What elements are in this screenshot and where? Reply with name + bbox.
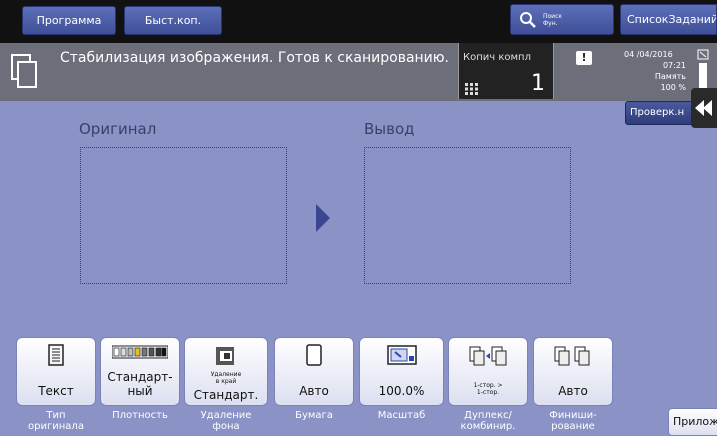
caption-line: рование <box>551 421 595 432</box>
paper-value: Авто <box>299 384 329 398</box>
original-type-value: Текст <box>38 384 74 398</box>
finishing-icon <box>554 346 590 366</box>
duplex-line1: 1-стор. > <box>473 382 503 389</box>
duplex-value: 1-стор. > 1-стор. <box>449 382 527 396</box>
finishing-caption: Финиши- рование <box>533 410 613 432</box>
caption-line: Плотность <box>112 410 168 421</box>
memory-value: 100 % <box>660 83 686 92</box>
text-document-icon <box>48 344 64 366</box>
status-bar: Стабилизация изображения. Готов к сканир… <box>0 43 717 101</box>
background-removal-icon <box>216 347 234 365</box>
sub-line1: Удаление <box>210 371 242 378</box>
density-value-line1: Стандарт- <box>107 370 173 384</box>
caption-line: оригинала <box>28 421 84 432</box>
caption-line: Тип <box>46 410 66 421</box>
zoom-value: 100.0% <box>378 384 425 398</box>
double-chevron-left-icon <box>695 100 712 116</box>
paper-caption: Бумага <box>274 410 354 421</box>
duplex-caption: Дуплекс/ комбинир. <box>448 410 528 432</box>
background-removal-sub: Удаление в край <box>185 371 267 385</box>
caption-line: фона <box>212 421 240 432</box>
duplex-icon <box>469 346 507 366</box>
duplex-key[interactable]: 1-стор. > 1-стор. <box>448 337 528 406</box>
quick-copy-button[interactable]: Быст.коп. <box>124 6 222 35</box>
density-gradient-icon <box>112 345 168 359</box>
output-title: Вывод <box>364 120 415 138</box>
check-settings-button[interactable]: Проверк.н <box>625 101 693 125</box>
finishing-value: Авто <box>558 384 588 398</box>
density-value-line2: ный <box>127 384 153 398</box>
density-value: Стандарт- ный <box>101 370 179 398</box>
alert-icon[interactable]: ! <box>576 51 592 65</box>
original-preview <box>80 147 287 284</box>
status-message: Стабилизация изображения. Готов к сканир… <box>60 50 450 66</box>
copies-value: 1 <box>531 71 545 96</box>
caption-line: Масштаб <box>377 410 426 421</box>
arrow-right-icon <box>316 204 330 232</box>
original-type-caption: Тип оригинала <box>16 410 96 432</box>
collapse-panel-button[interactable] <box>691 88 717 128</box>
top-bar: Программа Быст.коп. Поиск Фун. СписокЗад… <box>0 0 717 43</box>
document-icon <box>11 54 37 88</box>
caption-line: Бумага <box>295 410 333 421</box>
density-caption: Плотность <box>100 410 180 421</box>
zoom-key[interactable]: 100.0% <box>359 337 444 406</box>
applications-button[interactable]: Приложение <box>668 408 717 436</box>
zoom-icon <box>386 345 417 365</box>
caption-line: Удаление <box>200 410 252 421</box>
background-removal-value: Стандарт. <box>193 388 259 402</box>
function-search-button[interactable]: Поиск Фун. <box>510 4 614 35</box>
finishing-key[interactable]: Авто <box>533 337 613 406</box>
sub-line2: в край <box>215 378 237 385</box>
caption-line: комбинир. <box>460 421 516 432</box>
time: 07:21 <box>662 61 686 70</box>
memory-label: Память <box>654 72 686 81</box>
copies-panel[interactable]: Копич компл 1 <box>458 43 554 99</box>
date: 04 /04/2016 <box>624 50 673 59</box>
original-type-key[interactable]: Текст <box>16 337 96 406</box>
search-label-line1: Поиск <box>543 12 563 20</box>
duplex-line2: 1-стор. <box>476 389 500 396</box>
job-list-button[interactable]: СписокЗаданий <box>620 4 717 35</box>
search-label: Поиск Фун. <box>543 13 562 27</box>
copies-label: Копич компл <box>463 52 531 63</box>
keypad-icon[interactable] <box>465 83 479 95</box>
background-removal-caption: Удаление фона <box>184 410 268 432</box>
background-removal-key[interactable]: Удаление в край Стандарт. <box>184 337 268 406</box>
paper-icon <box>306 344 322 366</box>
search-label-line2: Фун. <box>543 19 558 27</box>
caption-line: Дуплекс/ <box>464 410 512 421</box>
density-key[interactable]: Стандарт- ный <box>100 337 180 406</box>
output-preview <box>364 147 571 284</box>
date-time-memory: 04 /04/2016 07:21 Память 100 % <box>624 49 686 93</box>
program-button[interactable]: Программа <box>22 6 116 35</box>
search-icon <box>520 11 536 28</box>
caption-line: Финиши- <box>549 410 597 421</box>
paper-key[interactable]: Авто <box>274 337 354 406</box>
original-title: Оригинал <box>79 120 157 138</box>
zoom-caption: Масштаб <box>359 410 444 421</box>
